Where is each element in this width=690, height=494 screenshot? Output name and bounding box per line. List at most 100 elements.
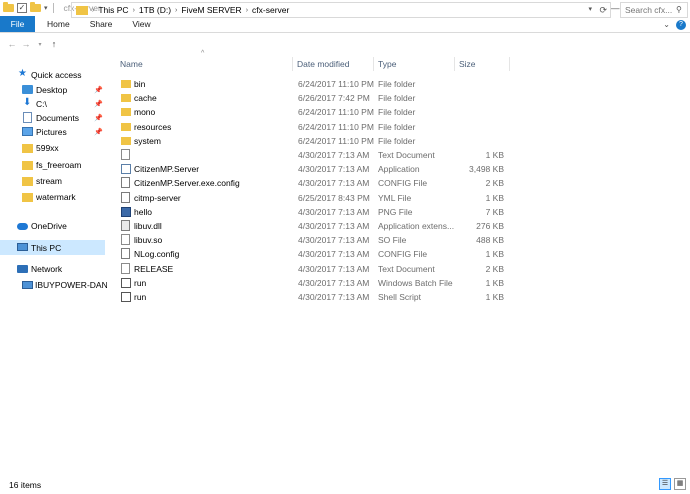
list-item[interactable]: bin 6/24/2017 11:10 PM File folder bbox=[118, 77, 510, 91]
list-item[interactable]: run 4/30/2017 7:13 AM Windows Batch File… bbox=[118, 276, 510, 290]
sidebar-item-network[interactable]: Network bbox=[0, 262, 107, 276]
file-size: 1 KB bbox=[485, 192, 504, 203]
up-icon[interactable]: ↑ bbox=[47, 39, 61, 49]
file-type: File folder bbox=[378, 79, 416, 89]
sidebar-item-c-drive[interactable]: ⬇ C:\ 📌 bbox=[0, 97, 107, 111]
customize-toolbar-icon[interactable]: ▾ bbox=[44, 4, 48, 12]
column-divider[interactable] bbox=[509, 57, 510, 71]
sidebar-item-ibuypower[interactable]: IBUYPOWER-DANIE bbox=[0, 278, 107, 292]
sidebar-item-599xx[interactable]: 599xx bbox=[0, 141, 107, 155]
sidebar-item-fs-freeroam[interactable]: fs_freeroam bbox=[0, 158, 107, 172]
file-type: Text Document bbox=[378, 263, 435, 274]
chevron-right-icon[interactable]: › bbox=[246, 7, 248, 14]
column-header-date[interactable]: Date modified bbox=[297, 57, 349, 71]
recent-locations-icon[interactable]: ▾ bbox=[33, 41, 47, 48]
sidebar-item-label: 599xx bbox=[36, 143, 59, 153]
sidebar-item-documents[interactable]: Documents 📌 bbox=[0, 111, 107, 125]
list-item[interactable]: libuv.dll 4/30/2017 7:13 AM Application … bbox=[118, 219, 510, 233]
status-item-count: 16 items bbox=[9, 480, 42, 490]
folder-icon bbox=[121, 136, 131, 145]
file-type: CONFIG File bbox=[378, 249, 428, 260]
column-divider[interactable] bbox=[292, 57, 293, 71]
column-header-type[interactable]: Type bbox=[378, 57, 396, 71]
pin-icon: 📌 bbox=[94, 129, 103, 136]
file-name: run bbox=[134, 277, 147, 288]
list-item[interactable]: CitizenMP.Server 4/30/2017 7:13 AM Appli… bbox=[118, 162, 510, 176]
file-type: File folder bbox=[378, 121, 416, 132]
list-item[interactable]: CitizenMP.Server.exe.config 4/30/2017 7:… bbox=[118, 176, 510, 190]
breadcrumb-cfx-server[interactable]: cfx-server bbox=[252, 5, 289, 15]
refresh-icon[interactable]: ⟳ bbox=[599, 3, 607, 17]
sidebar-item-desktop[interactable]: Desktop 📌 bbox=[0, 83, 107, 97]
column-header-name[interactable]: Name bbox=[120, 57, 143, 71]
sort-ascending-icon: ^ bbox=[201, 50, 205, 57]
tab-share[interactable]: Share bbox=[80, 16, 123, 32]
list-item[interactable]: hello 4/30/2017 7:13 AM PNG File 7 KB bbox=[118, 205, 510, 219]
file-type: File folder bbox=[378, 107, 416, 118]
sidebar-item-onedrive[interactable]: OneDrive bbox=[0, 219, 107, 233]
search-icon: ⚲ bbox=[676, 5, 682, 14]
sidebar-item-watermark[interactable]: watermark bbox=[0, 190, 107, 204]
sidebar-item-stream[interactable]: stream bbox=[0, 174, 107, 188]
chevron-right-icon[interactable]: › bbox=[133, 7, 135, 14]
list-item[interactable]: RELEASE 4/30/2017 7:13 AM Text Document … bbox=[118, 262, 510, 276]
column-divider[interactable] bbox=[454, 57, 455, 71]
sidebar-item-label: Quick access bbox=[31, 70, 82, 80]
desktop-icon bbox=[22, 85, 33, 94]
forward-icon[interactable]: → bbox=[19, 39, 33, 49]
list-item[interactable]: citmp-server 6/25/2017 8:43 PM YML File … bbox=[118, 191, 510, 205]
file-type: Application extens... bbox=[378, 221, 455, 231]
file-icon bbox=[121, 234, 130, 246]
address-bar[interactable]: › This PC › 1TB (D:) › FiveM SERVER › cf… bbox=[71, 2, 611, 18]
details-view-icon[interactable]: ☰ bbox=[659, 478, 671, 490]
new-folder-icon[interactable] bbox=[30, 2, 41, 12]
ribbon-tabs: File Home Share View ⌄ ? bbox=[0, 16, 690, 33]
list-item[interactable]: system 6/24/2017 11:10 PM File folder bbox=[118, 134, 510, 148]
chevron-right-icon[interactable]: › bbox=[92, 7, 94, 14]
list-item[interactable]: cache 6/26/2017 7:42 PM File folder bbox=[118, 91, 510, 105]
sidebar-item-label: fs_freeroam bbox=[36, 160, 82, 170]
help-icon[interactable]: ? bbox=[676, 19, 686, 30]
file-name: CitizenMP.Server bbox=[134, 164, 200, 175]
tab-file[interactable]: File bbox=[0, 16, 35, 32]
list-item[interactable]: resources 6/24/2017 11:10 PM File folder bbox=[118, 120, 510, 134]
column-divider[interactable] bbox=[373, 57, 374, 71]
breadcrumb-drive[interactable]: 1TB (D:) bbox=[139, 5, 171, 15]
list-item[interactable]: mono 6/24/2017 11:10 PM File folder bbox=[118, 105, 510, 119]
properties-icon[interactable]: ✓ bbox=[17, 3, 27, 13]
document-icon bbox=[23, 112, 32, 123]
tab-home[interactable]: Home bbox=[37, 16, 80, 32]
file-size: 1 KB bbox=[485, 292, 504, 302]
expand-ribbon-icon[interactable]: ⌄ bbox=[663, 20, 670, 29]
address-dropdown-icon[interactable]: ▾ bbox=[588, 3, 592, 17]
file-type: PNG File bbox=[378, 206, 413, 217]
pin-icon: 📌 bbox=[94, 115, 103, 122]
large-icons-view-icon[interactable]: ▦ bbox=[674, 478, 686, 490]
tab-view[interactable]: View bbox=[122, 16, 160, 32]
file-date: 4/30/2017 7:13 AM bbox=[298, 164, 370, 175]
file-size: 1 KB bbox=[485, 150, 504, 160]
sidebar-item-quick-access[interactable]: ★ Quick access bbox=[0, 68, 107, 82]
breadcrumb-fivem-server[interactable]: FiveM SERVER bbox=[181, 5, 241, 15]
file-type: Windows Batch File bbox=[378, 277, 453, 288]
yml-file-icon bbox=[121, 191, 130, 203]
file-name: hello bbox=[134, 206, 152, 217]
list-item[interactable]: 4/30/2017 7:13 AM Text Document 1 KB bbox=[118, 148, 510, 162]
chevron-right-icon[interactable]: › bbox=[175, 7, 177, 14]
sidebar-item-this-pc[interactable]: This PC bbox=[0, 240, 105, 255]
list-item[interactable]: NLog.config 4/30/2017 7:13 AM CONFIG Fil… bbox=[118, 247, 510, 261]
file-name: bin bbox=[134, 79, 146, 89]
back-icon[interactable]: ← bbox=[5, 39, 19, 49]
file-date: 4/30/2017 7:13 AM bbox=[298, 178, 370, 189]
file-date: 4/30/2017 7:13 AM bbox=[298, 277, 370, 288]
sidebar-item-label: This PC bbox=[31, 242, 62, 253]
column-header-size[interactable]: Size bbox=[459, 57, 476, 71]
list-item[interactable]: libuv.so 4/30/2017 7:13 AM SO File 488 K… bbox=[118, 233, 510, 247]
file-name: NLog.config bbox=[134, 249, 180, 260]
sidebar-item-pictures[interactable]: Pictures 📌 bbox=[0, 125, 107, 139]
breadcrumb-this-pc[interactable]: This PC bbox=[98, 5, 128, 15]
list-item[interactable]: run 4/30/2017 7:13 AM Shell Script 1 KB bbox=[118, 290, 510, 304]
star-icon: ★ bbox=[18, 68, 27, 79]
image-file-icon bbox=[121, 206, 131, 217]
sidebar-item-label: IBUYPOWER-DANIE bbox=[35, 280, 107, 290]
